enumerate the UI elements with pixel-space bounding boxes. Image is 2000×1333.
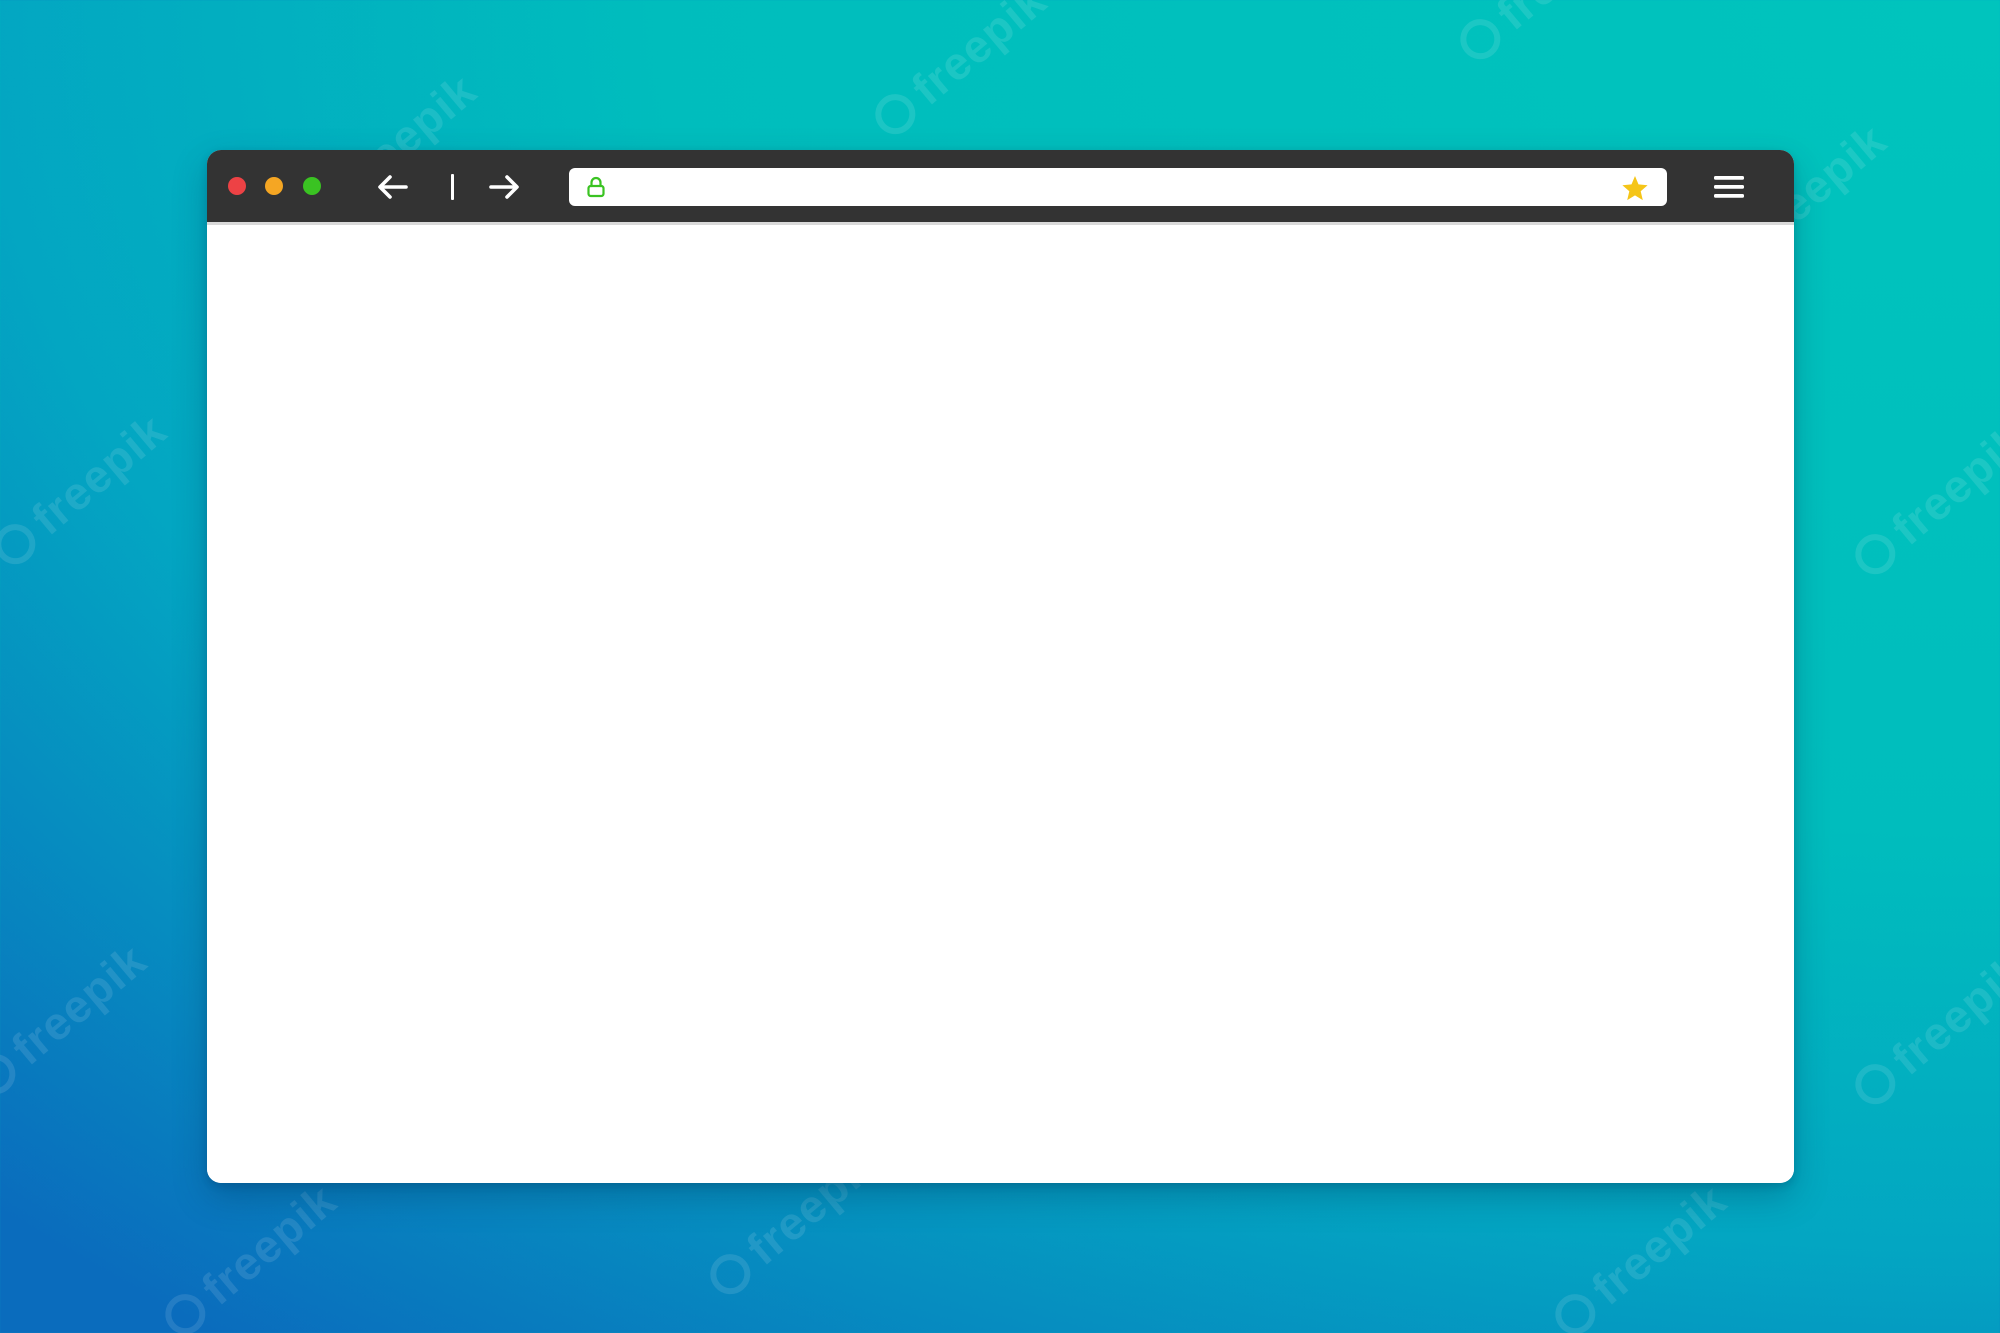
freepik-logo-icon xyxy=(157,1285,214,1333)
freepik-logo-icon xyxy=(702,1245,759,1303)
watermark: freepik xyxy=(153,1173,347,1333)
page-content xyxy=(207,225,1794,1183)
freepik-logo-icon xyxy=(1847,1055,1904,1113)
watermark: freepik xyxy=(863,0,1057,148)
close-window-button[interactable] xyxy=(228,177,246,195)
arrow-right-icon xyxy=(489,175,519,199)
watermark: freepik xyxy=(1543,1173,1737,1333)
browser-titlebar xyxy=(207,150,1794,225)
hamburger-menu-icon[interactable] xyxy=(1712,171,1746,203)
minimize-window-button[interactable] xyxy=(265,177,283,195)
lock-icon xyxy=(587,176,605,198)
arrow-left-icon xyxy=(378,175,408,199)
back-button[interactable] xyxy=(374,170,412,204)
browser-window xyxy=(207,150,1794,1183)
freepik-logo-icon xyxy=(0,515,44,573)
maximize-window-button[interactable] xyxy=(303,177,321,195)
star-icon[interactable] xyxy=(1621,174,1649,202)
freepik-logo-icon xyxy=(1547,1285,1604,1333)
toolbar-separator xyxy=(451,174,454,200)
freepik-logo-icon xyxy=(0,1045,24,1103)
address-bar[interactable] xyxy=(569,168,1667,206)
watermark: freepik xyxy=(1843,943,2000,1118)
freepik-logo-icon xyxy=(867,85,924,143)
watermark: freepik xyxy=(0,403,177,578)
url-input[interactable] xyxy=(619,168,1599,206)
freepik-logo-icon xyxy=(1452,10,1509,68)
forward-button[interactable] xyxy=(485,170,523,204)
watermark: freepik xyxy=(0,933,157,1108)
freepik-logo-icon xyxy=(1847,525,1904,583)
watermark: freepik xyxy=(1843,413,2000,588)
watermark: freepik xyxy=(1448,0,1642,73)
